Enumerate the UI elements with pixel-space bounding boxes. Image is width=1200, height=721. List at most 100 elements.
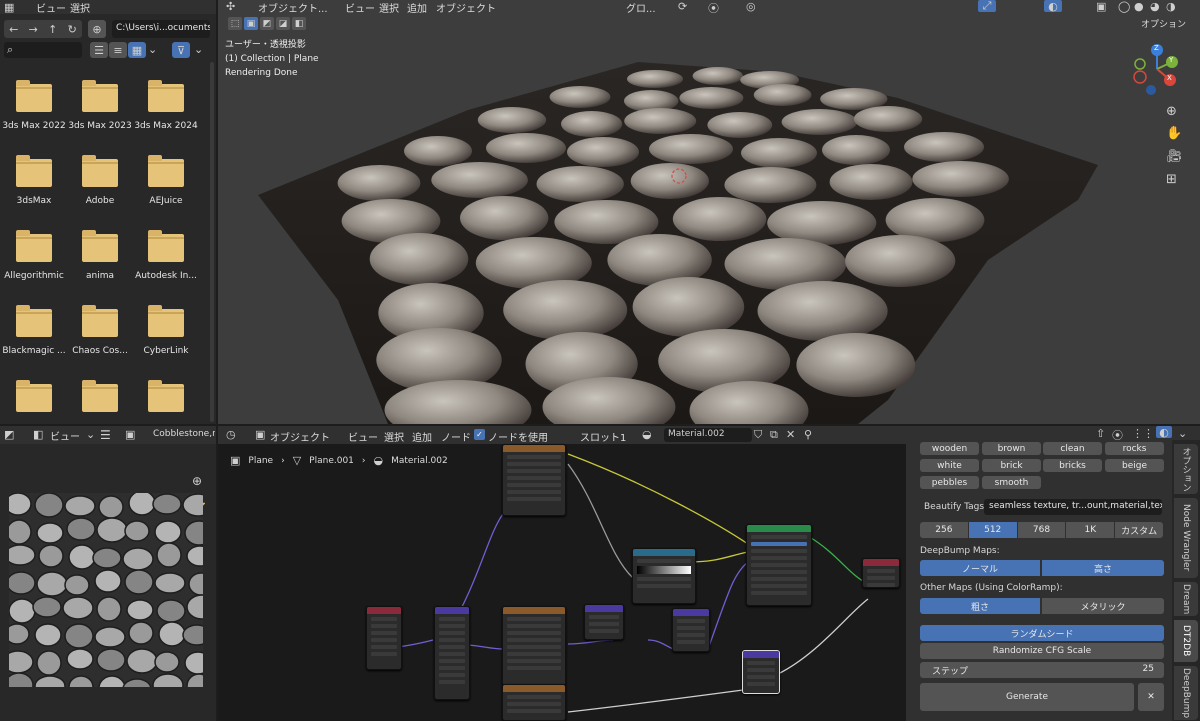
material-name-field[interactable]: Material.002 bbox=[664, 428, 752, 442]
forward-arrow-icon[interactable]: → bbox=[29, 23, 38, 36]
folder-item[interactable]: anima bbox=[66, 230, 134, 281]
refresh-icon[interactable]: ↻ bbox=[68, 23, 77, 36]
tab-deepbump[interactable]: DeepBump bbox=[1174, 666, 1198, 720]
object-mode-icon[interactable]: ▣ bbox=[255, 428, 265, 441]
scrollbar[interactable] bbox=[210, 62, 214, 422]
ne-menu-node[interactable]: ノード bbox=[441, 429, 471, 444]
parent-dir-icon[interactable]: ↑ bbox=[48, 23, 57, 36]
close-icon[interactable]: ✕ bbox=[1138, 683, 1164, 711]
texture-coordinate-node[interactable] bbox=[366, 606, 402, 670]
folder-item[interactable] bbox=[66, 380, 134, 421]
steps-field[interactable]: ステップ 25 bbox=[920, 662, 1164, 678]
size-option-1K[interactable]: 1K bbox=[1066, 522, 1115, 538]
pan-hand-icon[interactable]: ✋ bbox=[1166, 126, 1182, 141]
tag-button[interactable]: pebbles bbox=[920, 476, 979, 489]
metallic-toggle[interactable]: メタリック bbox=[1042, 598, 1164, 614]
use-nodes-checkbox[interactable]: ✓ bbox=[474, 429, 485, 440]
snapping-options-icon[interactable]: ⋮⋮ bbox=[1132, 427, 1154, 440]
image-texture-node[interactable] bbox=[502, 444, 566, 516]
fb-menu-select[interactable]: 選択 bbox=[70, 0, 90, 15]
displacement-node[interactable] bbox=[742, 650, 780, 694]
folder-item[interactable]: AEJuice bbox=[132, 155, 200, 206]
ne-menu-add[interactable]: 追加 bbox=[412, 429, 432, 444]
editor-type-icon[interactable]: ▦ bbox=[4, 1, 14, 14]
path-field[interactable]: C:\Users\i...ocuments\ bbox=[112, 20, 210, 38]
chevron-down-icon[interactable]: ⌄ bbox=[1178, 427, 1187, 440]
tab-dream[interactable]: Dream bbox=[1174, 582, 1198, 616]
folder-item[interactable]: Autodesk In... bbox=[132, 230, 200, 281]
ne-mode-dropdown[interactable]: オブジェクト bbox=[270, 429, 330, 444]
image-texture-node[interactable] bbox=[502, 684, 566, 721]
zoom-icon[interactable]: ⊕ bbox=[192, 474, 202, 488]
folder-item[interactable]: Allegorithmic bbox=[0, 230, 68, 281]
tab-options[interactable]: オプション bbox=[1174, 444, 1198, 494]
hamburger-menu-icon[interactable]: ☰ bbox=[100, 428, 111, 442]
material-output-node[interactable] bbox=[862, 558, 900, 588]
folder-item[interactable]: Chaos Cos... bbox=[66, 305, 134, 356]
list-view-icon[interactable]: ☰ bbox=[90, 42, 108, 58]
thumbnail-view-icon[interactable]: ▦ bbox=[128, 42, 146, 58]
folder-item[interactable]: 3ds Max 2023 bbox=[66, 80, 134, 131]
unlink-close-icon[interactable]: ✕ bbox=[786, 428, 795, 441]
beautify-tags-field[interactable]: seamless texture, tr...ount,material,tex… bbox=[984, 499, 1162, 515]
chevron-down-icon[interactable]: ⌄ bbox=[194, 43, 203, 56]
random-seed-button[interactable]: ランダムシード bbox=[920, 625, 1164, 641]
fb-menu-view[interactable]: ビュー bbox=[36, 0, 66, 15]
pin-icon[interactable]: ⚲ bbox=[804, 428, 812, 441]
size-option-512[interactable]: 512 bbox=[968, 522, 1017, 538]
node-editor[interactable]: ◷ ▣ オブジェクト ビュー 選択 追加 ノード ✓ ノードを使用 スロット1 … bbox=[218, 426, 1103, 721]
back-arrow-icon[interactable]: ← bbox=[9, 23, 18, 36]
slot-dropdown[interactable]: スロット1 bbox=[580, 429, 626, 444]
tag-button[interactable]: smooth bbox=[982, 476, 1041, 489]
3d-viewport[interactable]: ✣ オブジェクト... ビュー 選択 追加 オブジェクト グロ... ⟳ ⦿ ◎… bbox=[218, 0, 1200, 424]
folder-item[interactable]: 3ds Max 2024 bbox=[132, 80, 200, 131]
randomize-cfg-button[interactable]: Randomize CFG Scale bbox=[920, 643, 1164, 659]
normal-map-toggle[interactable]: ノーマル bbox=[920, 560, 1040, 576]
normal-map-node[interactable] bbox=[584, 604, 624, 640]
search-input[interactable]: ⌕ bbox=[4, 42, 82, 58]
tag-button[interactable]: white bbox=[920, 459, 979, 472]
duplicate-icon[interactable]: ⧉ bbox=[770, 428, 778, 442]
detail-view-icon[interactable]: ≡ bbox=[109, 42, 127, 58]
fake-user-shield-icon[interactable]: ⛉ bbox=[754, 428, 762, 442]
folder-item[interactable]: Adobe bbox=[66, 155, 134, 206]
editor-type-icon[interactable]: ◷ bbox=[226, 428, 236, 441]
size-option-カスタム[interactable]: カスタム bbox=[1115, 522, 1163, 538]
tab-node-wrangler[interactable]: Node Wrangler bbox=[1174, 498, 1198, 578]
folder-item[interactable]: CyberLink bbox=[132, 305, 200, 356]
tag-button[interactable]: beige bbox=[1105, 459, 1164, 472]
camera-icon[interactable]: 🎥︎ bbox=[1166, 149, 1183, 164]
navigation-gizmo[interactable]: Z Y X bbox=[1130, 42, 1184, 96]
tab-dt2db[interactable]: DT2DB bbox=[1174, 620, 1198, 662]
folder-item[interactable]: 3ds Max 2022 bbox=[0, 80, 68, 131]
image-name-field[interactable]: Cobblestone,ro bbox=[153, 429, 215, 439]
tag-button[interactable]: clean bbox=[1043, 442, 1102, 455]
generate-button[interactable]: Generate bbox=[920, 683, 1134, 711]
color-ramp-node[interactable] bbox=[632, 548, 696, 604]
mapping-node[interactable] bbox=[434, 606, 470, 700]
grid-toggle-icon[interactable]: ⊞ bbox=[1166, 172, 1177, 187]
pin-icon[interactable]: ⇧ bbox=[1096, 427, 1105, 440]
new-folder-icon[interactable]: ⊕ bbox=[88, 20, 106, 38]
tag-button[interactable]: bricks bbox=[1043, 459, 1102, 472]
overlay-toggle-icon[interactable]: ◐ bbox=[1156, 426, 1172, 439]
zoom-icon[interactable]: ⊕ bbox=[1166, 104, 1177, 119]
filter-icon[interactable]: ⊽ bbox=[172, 42, 190, 58]
ne-menu-select[interactable]: 選択 bbox=[384, 429, 404, 444]
size-option-256[interactable]: 256 bbox=[920, 522, 968, 538]
ie-menu-view[interactable]: ビュー bbox=[50, 428, 80, 443]
view-mode-icon[interactable]: ◧ bbox=[33, 428, 43, 441]
folder-item[interactable] bbox=[0, 380, 68, 421]
height-map-toggle[interactable]: 高さ bbox=[1042, 560, 1164, 576]
chevron-down-icon[interactable]: ⌄ bbox=[86, 428, 95, 441]
ne-menu-view[interactable]: ビュー bbox=[348, 429, 378, 444]
principled-bsdf-node[interactable] bbox=[746, 524, 812, 606]
folder-item[interactable]: 3dsMax bbox=[0, 155, 68, 206]
tag-button[interactable]: wooden bbox=[920, 442, 979, 455]
size-option-768[interactable]: 768 bbox=[1017, 522, 1066, 538]
bump-node[interactable] bbox=[672, 608, 710, 652]
tag-button[interactable]: brick bbox=[982, 459, 1041, 472]
tag-button[interactable]: rocks bbox=[1105, 442, 1164, 455]
image-browse-icon[interactable]: ▣ bbox=[125, 428, 135, 441]
roughness-toggle[interactable]: 粗さ bbox=[920, 598, 1040, 614]
